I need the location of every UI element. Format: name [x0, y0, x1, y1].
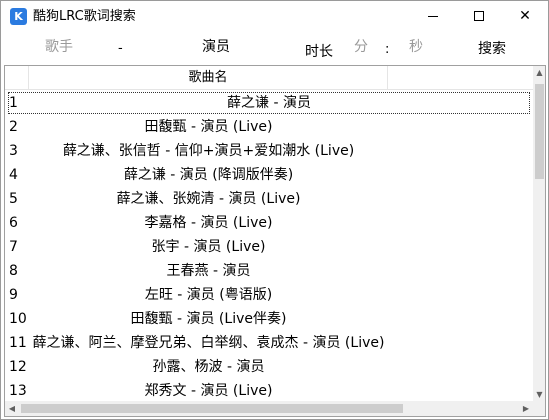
row-song-name: 薛之谦、阿兰、摩登兄弟、白举纲、袁成杰 - 演员 (Live) — [32, 335, 385, 351]
row-song-name: 田馥甄 - 演员 (Live伴奏) — [130, 311, 287, 327]
minimize-icon — [428, 15, 438, 17]
minutes-input[interactable] — [344, 36, 378, 58]
search-row: - 时长 : 搜索 — [1, 32, 548, 62]
column-header-number[interactable] — [5, 66, 29, 90]
scroll-left-icon[interactable]: ◀ — [5, 401, 19, 416]
row-song-name: 李嘉格 - 演员 (Live) — [144, 215, 273, 231]
lrc-search-window: K 酷狗LRC歌词搜索 ✕ - 时长 : 搜索 歌曲名 1薛之谦 - 演员2田馥… — [0, 0, 549, 420]
list-item[interactable]: 11 薛之谦、阿兰、摩登兄弟、白举纲、袁成杰 - 演员 (Live) — [5, 331, 533, 355]
separator-dash: - — [118, 41, 123, 56]
list-item[interactable]: 2 田馥甄 - 演员 (Live) — [5, 115, 533, 139]
list-item[interactable]: 1 薛之谦 - 演员 — [5, 91, 533, 115]
list-item[interactable]: 10 田馥甄 - 演员 (Live伴奏) — [5, 307, 533, 331]
horizontal-scrollbar[interactable]: ◀ ▶ — [5, 401, 533, 416]
scroll-right-icon[interactable]: ▶ — [519, 401, 533, 416]
row-song-name: 薛之谦、张信哲 - 信仰+演员+爱如潮水 (Live) — [62, 143, 355, 159]
column-header-filler — [388, 66, 533, 90]
minimize-button[interactable] — [410, 1, 456, 31]
list-rows: 1 薛之谦 - 演员 2 田馥甄 - 演员 (Live) 3 薛之谦、张信哲 - 信仰+演… — [5, 91, 533, 403]
list-item[interactable]: 5 薛之谦、张婉清 - 演员 (Live) — [5, 187, 533, 211]
row-song-name: 薛之谦 - 演员 (降调版伴奏) — [123, 167, 294, 183]
song-title-input[interactable] — [141, 36, 291, 58]
row-song-name: 张宇 - 演员 (Live) — [151, 239, 266, 255]
row-song-name: 薛之谦 - 演员 — [7, 91, 531, 115]
list-item[interactable]: 13 郑秀文 - 演员 (Live) — [5, 379, 533, 403]
close-button[interactable]: ✕ — [502, 1, 548, 31]
row-song-name: 孙露、杨波 - 演员 — [152, 359, 265, 375]
seconds-input[interactable] — [399, 36, 433, 58]
column-header-song[interactable]: 歌曲名 — [29, 66, 388, 90]
kugou-app-icon: K — [10, 8, 27, 25]
duration-colon: : — [385, 42, 390, 57]
horizontal-scroll-thumb[interactable] — [21, 404, 403, 413]
row-song-name: 王春燕 - 演员 — [166, 263, 251, 279]
scroll-down-icon[interactable]: ▼ — [533, 388, 545, 401]
title-bar[interactable]: K 酷狗LRC歌词搜索 ✕ — [1, 1, 548, 31]
row-number: 1 — [9, 95, 18, 111]
list-item[interactable]: 12 孙露、杨波 - 演员 — [5, 355, 533, 379]
search-button[interactable]: 搜索 — [469, 38, 515, 60]
list-item[interactable]: 3 薛之谦、张信哲 - 信仰+演员+爱如潮水 (Live) — [5, 139, 533, 163]
list-item[interactable]: 6 李嘉格 - 演员 (Live) — [5, 211, 533, 235]
maximize-icon — [474, 11, 484, 21]
row-song-name: 郑秀文 - 演员 (Live) — [144, 383, 273, 399]
vertical-scroll-thumb[interactable] — [535, 84, 544, 179]
row-song-name: 薛之谦、张婉清 - 演员 (Live) — [116, 191, 301, 207]
list-item[interactable]: 8 王春燕 - 演员 — [5, 259, 533, 283]
maximize-button[interactable] — [456, 1, 502, 31]
vertical-scrollbar[interactable]: ▲ ▼ — [533, 66, 545, 401]
duration-label: 时长 — [305, 44, 333, 60]
window-title: 酷狗LRC歌词搜索 — [33, 9, 136, 24]
row-song-name: 田馥甄 - 演员 (Live) — [144, 119, 273, 135]
scrollbar-corner — [533, 401, 545, 416]
list-item[interactable]: 9 左旺 - 演员 (粤语版) — [5, 283, 533, 307]
list-item[interactable]: 7 张宇 - 演员 (Live) — [5, 235, 533, 259]
row-song-name: 左旺 - 演员 (粤语版) — [144, 287, 273, 303]
artist-input[interactable] — [23, 36, 95, 58]
results-list[interactable]: 歌曲名 1 薛之谦 - 演员 2 田馥甄 - 演员 (Live) 3 薛之谦、张信哲 - … — [4, 65, 546, 417]
list-item[interactable]: 4 薛之谦 - 演员 (降调版伴奏) — [5, 163, 533, 187]
close-icon: ✕ — [519, 8, 531, 24]
scroll-up-icon[interactable]: ▲ — [533, 66, 545, 79]
list-header: 歌曲名 — [5, 66, 533, 90]
